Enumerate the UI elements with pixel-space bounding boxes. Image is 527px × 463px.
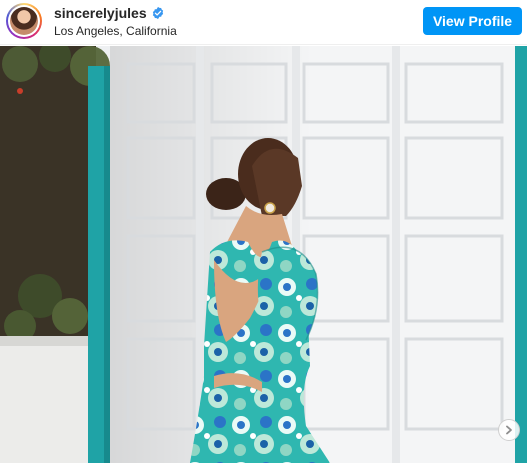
verified-badge-icon (152, 6, 163, 20)
post-photo[interactable] (0, 46, 527, 463)
username-link[interactable]: sincerelyjules (54, 5, 147, 21)
avatar[interactable] (6, 3, 42, 39)
location-link[interactable]: Los Angeles, California (54, 24, 177, 38)
photo-illustration (0, 46, 527, 463)
post-header: sincerelyjules Los Angeles, California V… (0, 0, 527, 45)
profile-avatar-image (10, 7, 38, 35)
chevron-right-icon (506, 425, 512, 435)
carousel-next-button[interactable] (498, 419, 520, 441)
username-row: sincerelyjules (54, 5, 165, 21)
view-profile-button[interactable]: View Profile (423, 7, 522, 35)
